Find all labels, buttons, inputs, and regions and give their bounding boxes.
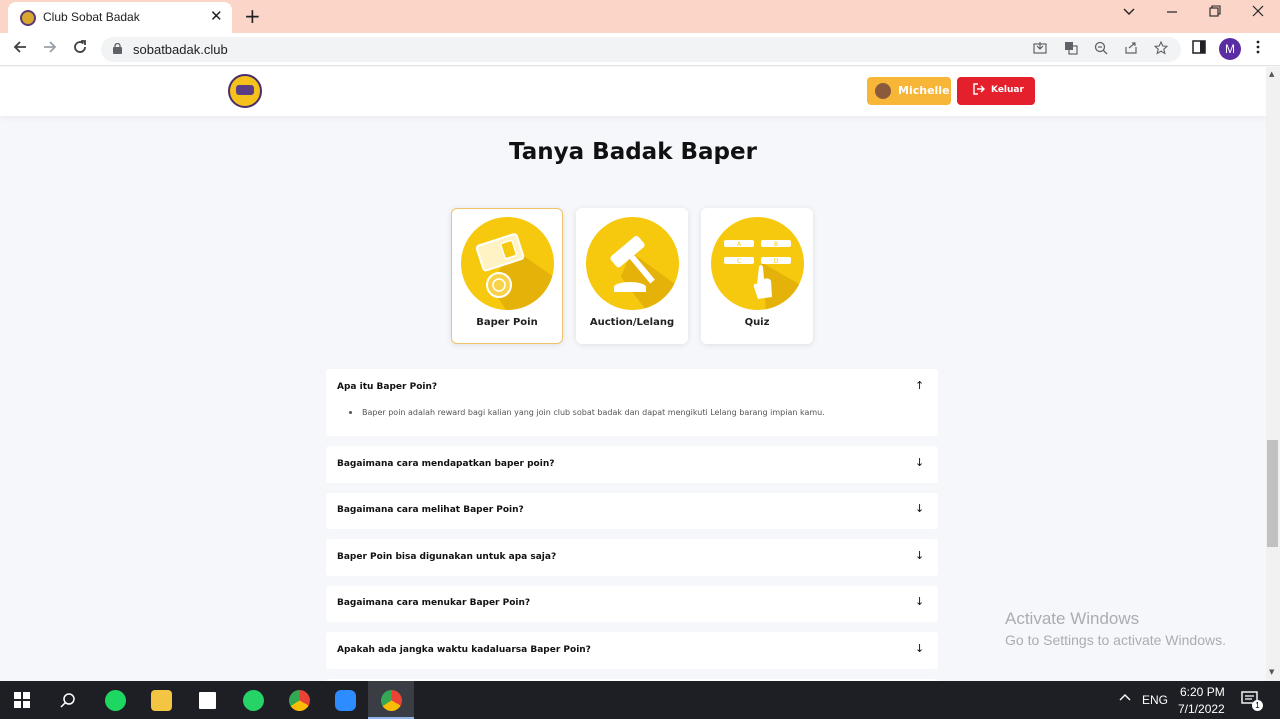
faq-question: Apakah ada jangka waktu kadaluarsa Baper… (337, 645, 591, 655)
taskbar-search-button[interactable] (46, 681, 92, 719)
faq-item[interactable]: Bagaimana cara menukar Baper Poin? ↓ (326, 586, 938, 622)
chrome-profile-icon (381, 690, 402, 711)
taskbar-zoom[interactable] (322, 681, 368, 719)
taskbar-sticky-notes[interactable] (184, 681, 230, 719)
category-card-auction[interactable]: Auction/Lelang (576, 208, 688, 344)
taskbar-whatsapp[interactable] (230, 681, 276, 719)
site-header: Michelle Keluar (0, 67, 1266, 116)
share-icon[interactable] (1124, 41, 1138, 59)
start-button[interactable] (0, 681, 46, 719)
translate-icon[interactable] (1064, 41, 1078, 59)
arrow-down-icon[interactable]: ↓ (915, 549, 924, 562)
watermark-subtitle: Go to Settings to activate Windows. (1005, 632, 1226, 648)
side-panel-icon[interactable] (1192, 40, 1206, 58)
zoom-out-icon[interactable] (1094, 41, 1108, 59)
logo-emblem-icon (236, 85, 254, 95)
tab-close-icon[interactable]: ✕ (210, 7, 223, 25)
faq-question: Bagaimana cara menukar Baper Poin? (337, 598, 531, 608)
page-viewport: Michelle Keluar Tanya Badak Baper Baper … (0, 67, 1266, 681)
bookmark-star-icon[interactable] (1153, 40, 1169, 59)
faq-item[interactable]: Baper Poin bisa digunakan untuk apa saja… (326, 539, 938, 576)
faq-item[interactable]: Apakah ada jangka waktu kadaluarsa Baper… (326, 632, 938, 669)
browser-menu-icon[interactable] (1255, 40, 1261, 58)
user-profile-button[interactable]: Michelle (867, 77, 951, 105)
taskbar-spotify[interactable] (92, 681, 138, 719)
notification-count-badge: 1 (1252, 700, 1263, 711)
bullet-dot (349, 411, 352, 414)
language-indicator[interactable]: ENG (1142, 693, 1168, 707)
back-arrow-icon[interactable] (12, 39, 28, 60)
new-tab-button[interactable]: + (244, 4, 261, 28)
faq-question: Apa itu Baper Poin? (337, 382, 438, 392)
activate-windows-watermark: Activate Windows Go to Settings to activ… (1005, 609, 1226, 648)
category-card-quiz[interactable]: A B C D Quiz (701, 208, 813, 344)
arrow-up-icon[interactable]: ↑ (915, 379, 924, 392)
gavel-icon (586, 217, 679, 310)
club-logo[interactable] (228, 74, 262, 108)
faq-question: Bagaimana cara melihat Baper Poin? (337, 505, 524, 515)
folder-icon (151, 690, 172, 711)
forward-arrow-icon[interactable] (42, 39, 58, 60)
lock-icon (113, 43, 122, 54)
windows-logo-icon (14, 692, 30, 708)
faq-question: Baper Poin bisa digunakan untuk apa saja… (337, 552, 557, 562)
faq-item[interactable]: Bagaimana cara melihat Baper Poin? ↓ (326, 493, 938, 529)
reload-icon[interactable] (72, 39, 88, 60)
taskbar-chrome[interactable] (276, 681, 322, 719)
chrome-icon (289, 690, 310, 711)
address-bar[interactable]: sobatbadak.club (101, 37, 1181, 62)
tab-search-chevron-icon[interactable] (1123, 5, 1135, 21)
restore-icon[interactable] (1209, 5, 1221, 21)
category-label: Baper Poin (476, 317, 538, 328)
bear-avatar-icon (875, 83, 891, 99)
quiz-letter-d: D (774, 258, 779, 265)
profile-avatar[interactable]: M (1219, 38, 1241, 60)
tray-overflow-icon[interactable] (1119, 691, 1131, 706)
tab-title: Club Sobat Badak (43, 10, 140, 24)
whatsapp-icon (243, 690, 264, 711)
scroll-down-icon[interactable]: ▼ (1269, 668, 1274, 676)
window-close-icon[interactable] (1252, 5, 1264, 21)
faq-answer: Baper poin adalah reward bagi kalian yan… (362, 408, 825, 417)
url-text: sobatbadak.club (133, 42, 228, 57)
logout-button[interactable]: Keluar (957, 77, 1035, 105)
faq-question: Bagaimana cara mendapatkan baper poin? (337, 459, 555, 469)
arrow-down-icon[interactable]: ↓ (915, 642, 924, 655)
faq-item-expanded[interactable]: Apa itu Baper Poin? ↑ Baper poin adalah … (326, 369, 938, 436)
taskbar-chrome-profile[interactable] (368, 681, 414, 719)
quiz-illustration: A B C D (711, 217, 804, 310)
zoom-icon (335, 690, 356, 711)
sticky-notes-icon (199, 692, 216, 709)
quiz-letter-b: B (774, 241, 778, 248)
browser-tab-strip: Club Sobat Badak ✕ + (0, 0, 1280, 33)
spotify-icon (105, 690, 126, 711)
page-title: Tanya Badak Baper (509, 139, 757, 165)
page-scrollbar[interactable] (1266, 67, 1280, 681)
category-card-baper-poin[interactable]: Baper Poin (451, 208, 563, 344)
quiz-letter-c: C (737, 258, 741, 265)
arrow-down-icon[interactable]: ↓ (915, 456, 924, 469)
scroll-up-icon[interactable]: ▲ (1269, 70, 1274, 78)
category-label: Auction/Lelang (589, 317, 675, 328)
watermark-title: Activate Windows (1005, 609, 1140, 628)
category-label: Quiz (744, 317, 770, 328)
arrow-down-icon[interactable]: ↓ (915, 595, 924, 608)
minimize-icon[interactable] (1166, 5, 1178, 21)
scrollbar-thumb[interactable] (1267, 440, 1278, 547)
logout-icon (972, 82, 986, 100)
baper-poin-illustration (461, 217, 554, 310)
search-icon (60, 693, 75, 708)
browser-tab[interactable]: Club Sobat Badak ✕ (8, 2, 232, 33)
browser-toolbar: sobatbadak.club M (0, 33, 1280, 66)
clock-date[interactable]: 7/1/2022 (1178, 702, 1225, 716)
install-app-icon[interactable] (1033, 41, 1047, 59)
logout-label: Keluar (991, 85, 1024, 95)
site-favicon-icon (20, 10, 36, 26)
windows-taskbar: ENG 6:20 PM 7/1/2022 1 (0, 681, 1280, 719)
user-name: Michelle (898, 84, 950, 97)
taskbar-file-explorer[interactable] (138, 681, 184, 719)
arrow-down-icon[interactable]: ↓ (915, 502, 924, 515)
clock-time[interactable]: 6:20 PM (1180, 685, 1225, 699)
faq-item[interactable]: Bagaimana cara mendapatkan baper poin? ↓ (326, 446, 938, 483)
